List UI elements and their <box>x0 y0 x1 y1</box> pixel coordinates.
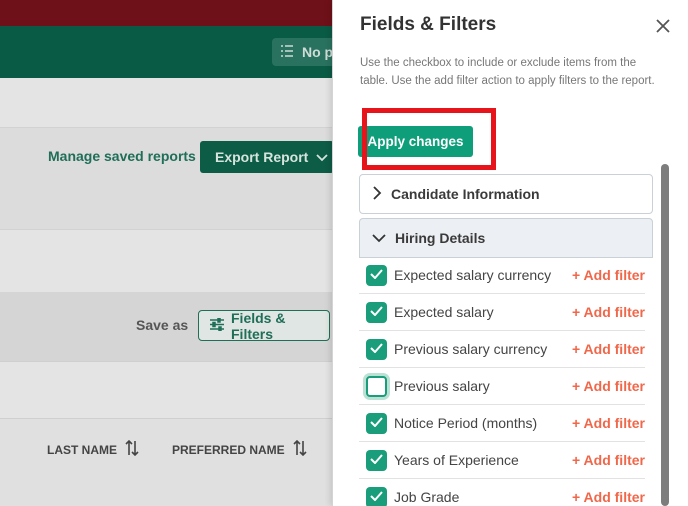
chevron-down-icon <box>316 149 328 165</box>
field-label: Expected salary currency <box>394 267 552 283</box>
checkmark-icon <box>370 266 383 284</box>
checkmark-icon <box>370 488 383 506</box>
save-as-label[interactable]: Save as <box>136 317 188 333</box>
field-label: Previous salary <box>394 378 490 394</box>
sliders-icon <box>210 316 224 334</box>
section-hiring-details[interactable]: Hiring Details <box>359 218 653 258</box>
checkbox-checked[interactable] <box>366 486 387 506</box>
field-label: Job Grade <box>394 489 460 505</box>
panel-title: Fields & Filters <box>360 14 497 35</box>
section-candidate-information[interactable]: Candidate Information <box>359 174 653 214</box>
section-label: Candidate Information <box>391 186 540 202</box>
list-icon <box>280 44 294 61</box>
field-row: Years of Experience + Add filter <box>359 442 645 479</box>
close-icon[interactable] <box>653 16 673 36</box>
column-header-label: PREFERRED NAME <box>172 442 285 457</box>
field-row: Previous salary currency + Add filter <box>359 331 645 368</box>
add-filter-link[interactable]: + Add filter <box>572 378 645 394</box>
field-row: Expected salary + Add filter <box>359 294 645 331</box>
field-label: Notice Period (months) <box>394 415 538 431</box>
sort-icon <box>293 439 307 459</box>
add-filter-link[interactable]: + Add filter <box>572 341 645 357</box>
field-label: Years of Experience <box>394 452 519 468</box>
field-label: Expected salary <box>394 304 494 320</box>
checkmark-icon <box>370 303 383 321</box>
field-row: Previous salary + Add filter <box>359 368 645 405</box>
column-header-last-name[interactable]: LAST NAME <box>47 439 139 459</box>
checkmark-icon <box>370 340 383 358</box>
sort-icon <box>125 439 139 459</box>
highlight-box <box>362 108 496 170</box>
panel-description: Use the checkbox to include or exclude i… <box>360 57 655 87</box>
checkbox-unchecked[interactable] <box>366 375 387 397</box>
field-row: Notice Period (months) + Add filter <box>359 405 645 442</box>
export-report-button[interactable]: Export Report <box>200 141 334 173</box>
checkmark-icon <box>370 414 383 432</box>
add-filter-link[interactable]: + Add filter <box>572 304 645 320</box>
chevron-right-icon <box>372 185 382 203</box>
manage-saved-reports-link[interactable]: Manage saved reports <box>48 148 196 164</box>
fields-filters-label: Fields & Filters <box>231 309 286 342</box>
checkbox-checked[interactable] <box>366 412 387 434</box>
field-label: Previous salary currency <box>394 341 548 357</box>
column-header-preferred-name[interactable]: PREFERRED NAME <box>172 439 307 459</box>
scrollbar[interactable] <box>661 164 669 506</box>
field-row: Job Grade + Add filter <box>359 479 645 506</box>
section-label: Hiring Details <box>395 230 486 246</box>
column-header-label: LAST NAME <box>47 442 117 457</box>
add-filter-link[interactable]: + Add filter <box>572 489 645 505</box>
add-filter-link[interactable]: + Add filter <box>572 452 645 468</box>
export-report-label: Export Report <box>215 149 309 165</box>
checkbox-checked[interactable] <box>366 338 387 360</box>
chevron-down-icon <box>372 230 386 246</box>
add-filter-link[interactable]: + Add filter <box>572 267 645 283</box>
checkbox-checked[interactable] <box>366 264 387 286</box>
checkmark-icon <box>370 451 383 469</box>
checkbox-checked[interactable] <box>366 301 387 323</box>
fields-filters-button[interactable]: Fields & Filters <box>198 309 330 342</box>
header-chip-label: No p <box>302 44 334 60</box>
field-row: Expected salary currency + Add filter <box>359 257 645 294</box>
checkbox-checked[interactable] <box>366 449 387 471</box>
add-filter-link[interactable]: + Add filter <box>572 415 645 431</box>
